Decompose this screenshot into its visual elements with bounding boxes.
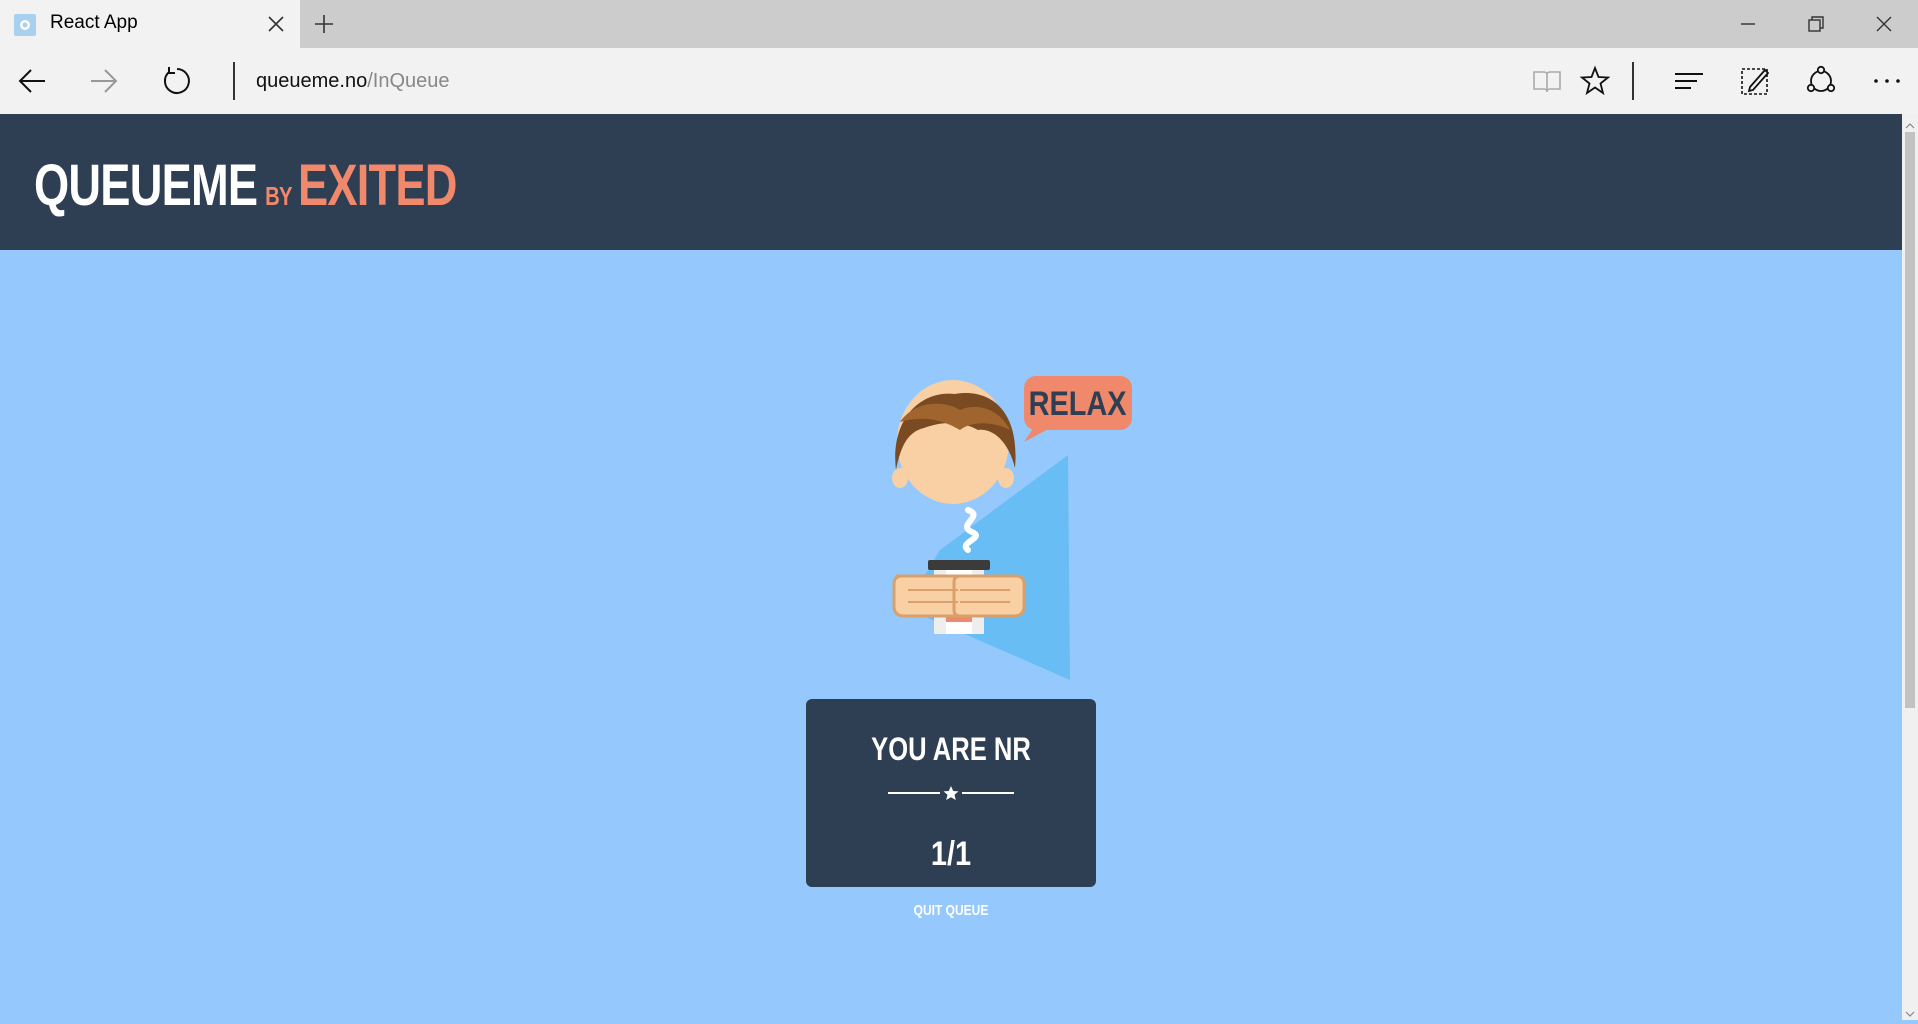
queue-status-card: YOU ARE NR 1/1 — [806, 699, 1096, 887]
site-header: QUEUEME BY EXITED — [0, 114, 1902, 250]
site-logo[interactable]: QUEUEME BY EXITED — [34, 152, 457, 219]
logo-main-text: QUEUEME — [34, 153, 258, 218]
url-path: /InQueue — [367, 70, 450, 92]
back-icon[interactable] — [16, 64, 50, 98]
browser-tab[interactable]: React App — [0, 0, 300, 48]
favorite-star-icon[interactable] — [1578, 64, 1612, 98]
person-head-icon — [892, 380, 1016, 504]
toolbar-separator — [1632, 62, 1634, 100]
scroll-down-arrow-icon[interactable] — [1905, 1006, 1915, 1017]
hub-icon[interactable] — [1672, 64, 1706, 98]
url-host: queueme.no — [256, 70, 368, 92]
share-icon[interactable] — [1804, 64, 1838, 98]
new-tab-icon[interactable] — [312, 12, 336, 36]
speech-text: RELAX — [1029, 384, 1127, 423]
scrollbar-thumb[interactable] — [1905, 132, 1915, 708]
refresh-icon[interactable] — [160, 64, 194, 98]
queue-position: 1/1 — [930, 835, 972, 873]
forward-icon[interactable] — [86, 64, 120, 98]
browser-tab-bar: React App — [0, 0, 1918, 48]
logo-brand-text: EXITED — [297, 153, 458, 218]
logo-by-text: BY — [265, 181, 292, 211]
web-note-icon[interactable] — [1738, 64, 1772, 98]
relax-illustration: RELAX — [860, 360, 1160, 700]
close-icon[interactable] — [1872, 12, 1896, 36]
scroll-up-arrow-icon[interactable] — [1905, 118, 1915, 129]
speech-bubble-icon: RELAX — [1024, 376, 1132, 442]
more-icon[interactable] — [1870, 64, 1904, 98]
tab-close-icon[interactable] — [264, 12, 288, 36]
minimize-icon[interactable] — [1736, 12, 1760, 36]
tab-title: React App — [50, 12, 138, 33]
browser-toolbar: queueme.no/InQueue — [0, 48, 1918, 114]
favicon-icon — [14, 14, 36, 36]
queue-title: YOU ARE NR — [871, 731, 1031, 767]
hands-icon — [892, 574, 1026, 618]
page-scrollbar[interactable] — [1902, 114, 1918, 1020]
restore-icon[interactable] — [1804, 12, 1828, 36]
star-divider-icon — [888, 785, 1014, 801]
reading-view-icon[interactable] — [1530, 64, 1564, 98]
address-input[interactable]: queueme.no/InQueue — [256, 70, 450, 93]
address-separator — [233, 62, 235, 100]
quit-queue-button[interactable]: QUIT QUEUE — [875, 902, 1027, 919]
